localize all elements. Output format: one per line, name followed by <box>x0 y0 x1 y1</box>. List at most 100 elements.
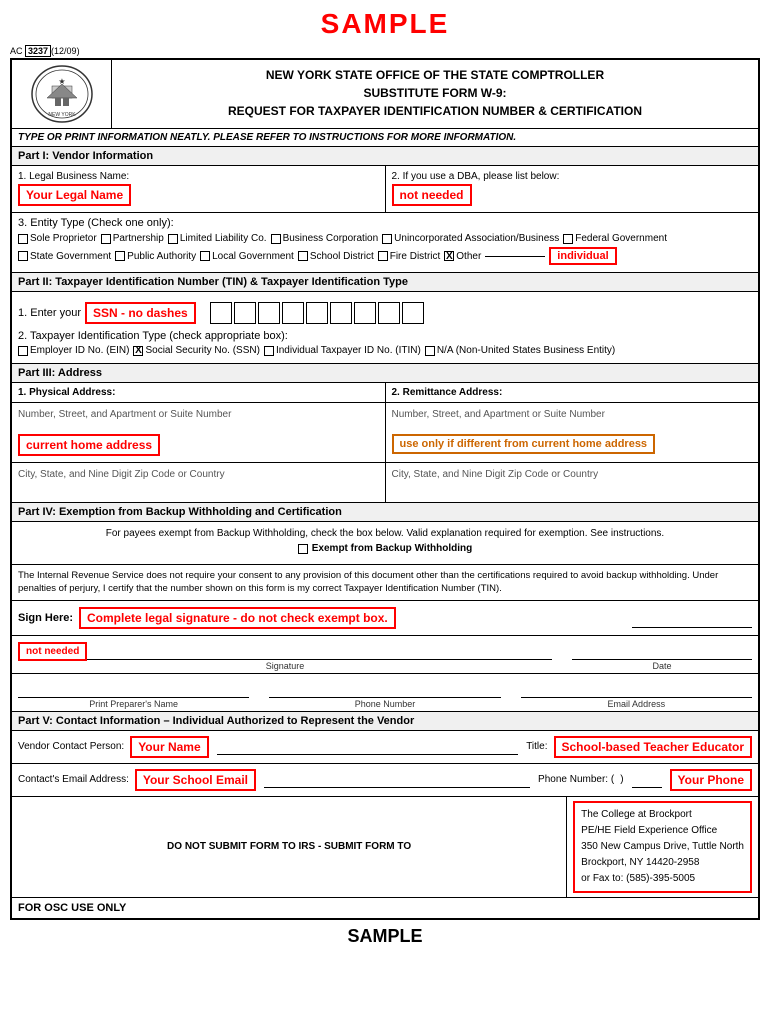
ssn-field[interactable]: SSN - no dashes <box>85 302 196 324</box>
ein-checkbox[interactable] <box>18 346 28 356</box>
legal-name-field[interactable]: Your Legal Name <box>18 184 131 206</box>
other-checkbox-x[interactable]: X <box>444 251 454 261</box>
physical-street-col: Number, Street, and Apartment or Suite N… <box>12 403 386 462</box>
email-line[interactable] <box>264 772 530 788</box>
biz-corp-checkbox[interactable] <box>271 234 281 244</box>
part5-header: Part V: Contact Information – Individual… <box>12 712 758 731</box>
cb-other[interactable]: X Other <box>444 251 481 262</box>
sample-watermark-bottom: SAMPLE <box>0 920 770 953</box>
cert-text: The Internal Revenue Service does not re… <box>12 565 758 601</box>
date-sublabel-col: Date <box>572 640 752 671</box>
tin-box-3[interactable] <box>258 302 280 324</box>
tin-box-4[interactable] <box>282 302 304 324</box>
svg-text:NEW YORK: NEW YORK <box>48 112 76 118</box>
phone-field[interactable]: Your Phone <box>670 769 752 791</box>
ssn-input-row: 1. Enter your SSN - no dashes <box>18 300 752 326</box>
part1-header: Part I: Vendor Information <box>12 147 758 166</box>
tin-type-section: 2. Taxpayer Identification Type (check a… <box>18 330 752 356</box>
tin-box-6[interactable] <box>330 302 352 324</box>
cb-partnership[interactable]: Partnership <box>101 233 164 244</box>
tin-box-7[interactable] <box>354 302 376 324</box>
title-field[interactable]: School-based Teacher Educator <box>554 736 753 758</box>
exempt-checkbox-row: Exempt from Backup Withholding <box>18 543 752 554</box>
signature-field[interactable]: Complete legal signature - do not check … <box>79 607 396 629</box>
cb-itin[interactable]: Individual Taxpayer ID No. (ITIN) <box>264 345 421 356</box>
unincorp-checkbox[interactable] <box>382 234 392 244</box>
cb-school-dist[interactable]: School District <box>298 251 374 262</box>
signature-sublabel-line: not needed <box>18 640 552 660</box>
cb-fire-dist[interactable]: Fire District <box>378 251 441 262</box>
state-gov-checkbox[interactable] <box>18 251 28 261</box>
submit-row: DO NOT SUBMIT FORM TO IRS - SUBMIT FORM … <box>12 797 758 898</box>
remittance-address-field[interactable]: use only if different from current home … <box>392 434 656 454</box>
school-dist-checkbox[interactable] <box>298 251 308 261</box>
form-title: NEW YORK STATE OFFICE OF THE STATE COMPT… <box>112 60 758 128</box>
signature-sublabel-col: not needed Signature <box>18 640 552 671</box>
instructions-row: TYPE OR PRINT INFORMATION NEATLY. PLEASE… <box>12 129 758 147</box>
tin-box-8[interactable] <box>378 302 400 324</box>
form-container: ★ NEW YORK NEW YORK STATE OFFICE OF THE … <box>10 58 760 920</box>
email-field[interactable]: Your School Email <box>135 769 256 791</box>
ssn-checkbox-x[interactable]: X <box>133 346 143 356</box>
email-line[interactable] <box>521 678 752 698</box>
tin-box-2[interactable] <box>234 302 256 324</box>
signature-sublabel-row: not needed Signature Date <box>12 636 758 674</box>
itin-checkbox[interactable] <box>264 346 274 356</box>
preparer-name-line[interactable] <box>18 678 249 698</box>
ac-number: AC 3237(12/09) <box>10 46 760 56</box>
preparer-name-col: Print Preparer's Name <box>18 678 249 709</box>
cb-na[interactable]: N/A (Non-United States Business Entity) <box>425 345 615 356</box>
part1-name-row: 1. Legal Business Name: Your Legal Name … <box>12 166 758 213</box>
cb-biz-corp[interactable]: Business Corporation <box>271 233 379 244</box>
cb-unincorp[interactable]: Unincorporated Association/Business <box>382 233 559 244</box>
cb-ssn[interactable]: X Social Security No. (SSN) <box>133 345 259 356</box>
remittance-city-col: City, State, and Nine Digit Zip Code or … <box>386 463 759 502</box>
entity-type-label: 3. Entity Type (Check one only): <box>18 217 752 229</box>
fed-gov-checkbox[interactable] <box>563 234 573 244</box>
physical-address-field[interactable]: current home address <box>18 434 160 456</box>
part2-ssn-row: 1. Enter your SSN - no dashes 2. Taxpaye… <box>12 292 758 364</box>
dba-field[interactable]: not needed <box>392 184 472 206</box>
individual-field[interactable]: individual <box>549 247 616 265</box>
entity-checkboxes-row1: Sole Proprietor Partnership Limited Liab… <box>18 233 752 244</box>
preparer-value[interactable]: not needed <box>18 642 87 661</box>
date-sublabel-line[interactable] <box>572 640 752 660</box>
part3-city-row: City, State, and Nine Digit Zip Code or … <box>12 463 758 503</box>
tin-type-checkboxes: Employer ID No. (EIN) X Social Security … <box>18 345 752 356</box>
tin-box-9[interactable] <box>402 302 424 324</box>
pub-auth-checkbox[interactable] <box>115 251 125 261</box>
cb-fed-gov[interactable]: Federal Government <box>563 233 667 244</box>
exempt-row: For payees exempt from Backup Withholdin… <box>12 522 758 565</box>
submit-left-label: DO NOT SUBMIT FORM TO IRS - SUBMIT FORM … <box>12 797 567 897</box>
vendor-name-field[interactable]: Your Name <box>130 736 208 758</box>
cb-llc[interactable]: Limited Liability Co. <box>168 233 267 244</box>
cb-ein[interactable]: Employer ID No. (EIN) <box>18 345 129 356</box>
other-field-line[interactable] <box>485 256 545 257</box>
partnership-checkbox[interactable] <box>101 234 111 244</box>
tin-boxes <box>210 302 424 324</box>
cb-state-gov[interactable]: State Government <box>18 251 111 262</box>
vendor-name-line[interactable] <box>217 739 519 755</box>
dba-col: 2. If you use a DBA, please list below: … <box>386 166 759 212</box>
cb-local-gov[interactable]: Local Government <box>200 251 294 262</box>
legal-name-col: 1. Legal Business Name: Your Legal Name <box>12 166 386 212</box>
na-checkbox[interactable] <box>425 346 435 356</box>
tin-box-5[interactable] <box>306 302 328 324</box>
phone-area-line[interactable] <box>632 772 662 788</box>
cb-sole-prop[interactable]: Sole Proprietor <box>18 233 97 244</box>
fire-dist-checkbox[interactable] <box>378 251 388 261</box>
physical-city-col: City, State, and Nine Digit Zip Code or … <box>12 463 386 502</box>
local-gov-checkbox[interactable] <box>200 251 210 261</box>
llc-checkbox[interactable] <box>168 234 178 244</box>
part3-address-labels: 1. Physical Address: 2. Remittance Addre… <box>12 383 758 403</box>
cb-pub-auth[interactable]: Public Authority <box>115 251 196 262</box>
sole-prop-checkbox[interactable] <box>18 234 28 244</box>
phone-col: Phone Number <box>269 678 500 709</box>
tin-box-1[interactable] <box>210 302 232 324</box>
exempt-checkbox[interactable] <box>298 544 308 554</box>
part5-email-row: Contact's Email Address: Your School Ema… <box>12 764 758 797</box>
phone-line[interactable] <box>269 678 500 698</box>
part5-contact-row: Vendor Contact Person: Your Name Title: … <box>12 731 758 764</box>
submit-right-address: The College at Brockport PE/HE Field Exp… <box>567 797 758 897</box>
date-line[interactable] <box>632 608 752 628</box>
